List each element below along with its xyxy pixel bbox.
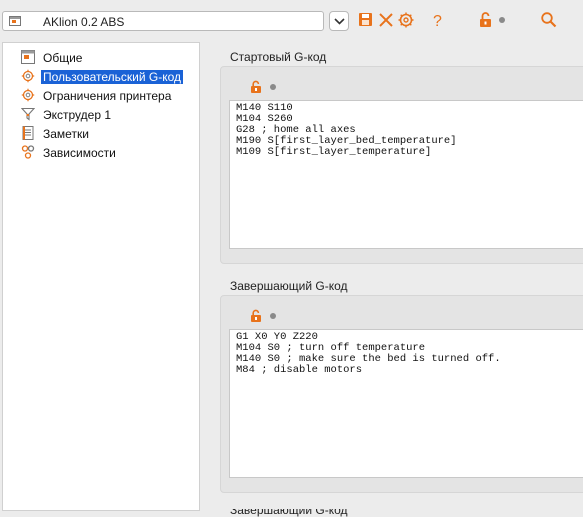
sidebar-item-label: Экструдер 1: [43, 108, 112, 122]
compare-icon[interactable]: [397, 11, 415, 29]
preset-icon: [9, 16, 21, 26]
modified-dot-icon: [270, 84, 276, 90]
start-gcode-title: Стартовый G-код: [230, 50, 327, 64]
lock-icon[interactable]: [477, 11, 495, 29]
preset-name: AKlion 0.2 ABS: [43, 15, 125, 29]
toolbar: AKlion 0.2 ABS ?: [0, 0, 583, 42]
window-icon: [21, 50, 35, 64]
chevron-down-icon: [334, 18, 345, 25]
sidebar-item-label: Общие: [43, 51, 83, 65]
funnel-icon: [21, 107, 35, 121]
start-gcode-editor[interactable]: M140 S110 M104 S260 G28 ; home all axes …: [229, 100, 583, 249]
modified-dot-icon: [270, 313, 276, 319]
sidebar-item-label: Пользовательский G-код: [41, 70, 183, 84]
notes-icon: [22, 126, 34, 140]
lock-icon[interactable]: [249, 80, 263, 94]
delete-icon[interactable]: [377, 11, 395, 29]
settings-tree: Общие Пользовательский G-код Ограничения…: [2, 42, 200, 511]
sidebar-item-label: Ограничения принтера: [43, 89, 172, 103]
save-icon[interactable]: [357, 11, 375, 29]
dependencies-icon: [21, 145, 35, 159]
status-dot-icon: [499, 17, 505, 23]
end-gcode-title: Завершающий G-код: [230, 279, 348, 293]
end-gcode-editor[interactable]: G1 X0 Y0 Z220 M104 S0 ; turn off tempera…: [229, 329, 583, 478]
lock-icon[interactable]: [249, 309, 263, 323]
sidebar-item-label: Заметки: [43, 127, 89, 141]
gear-icon: [21, 88, 35, 102]
search-icon[interactable]: [540, 11, 558, 29]
preset-dropdown-button[interactable]: [329, 11, 349, 31]
svg-text:?: ?: [433, 13, 442, 29]
next-section-title: Завершающий G-код: [230, 503, 348, 517]
gear-icon: [21, 69, 35, 83]
help-icon[interactable]: ?: [429, 11, 447, 29]
preset-select[interactable]: AKlion 0.2 ABS: [2, 11, 324, 31]
sidebar-item-label: Зависимости: [43, 146, 116, 160]
